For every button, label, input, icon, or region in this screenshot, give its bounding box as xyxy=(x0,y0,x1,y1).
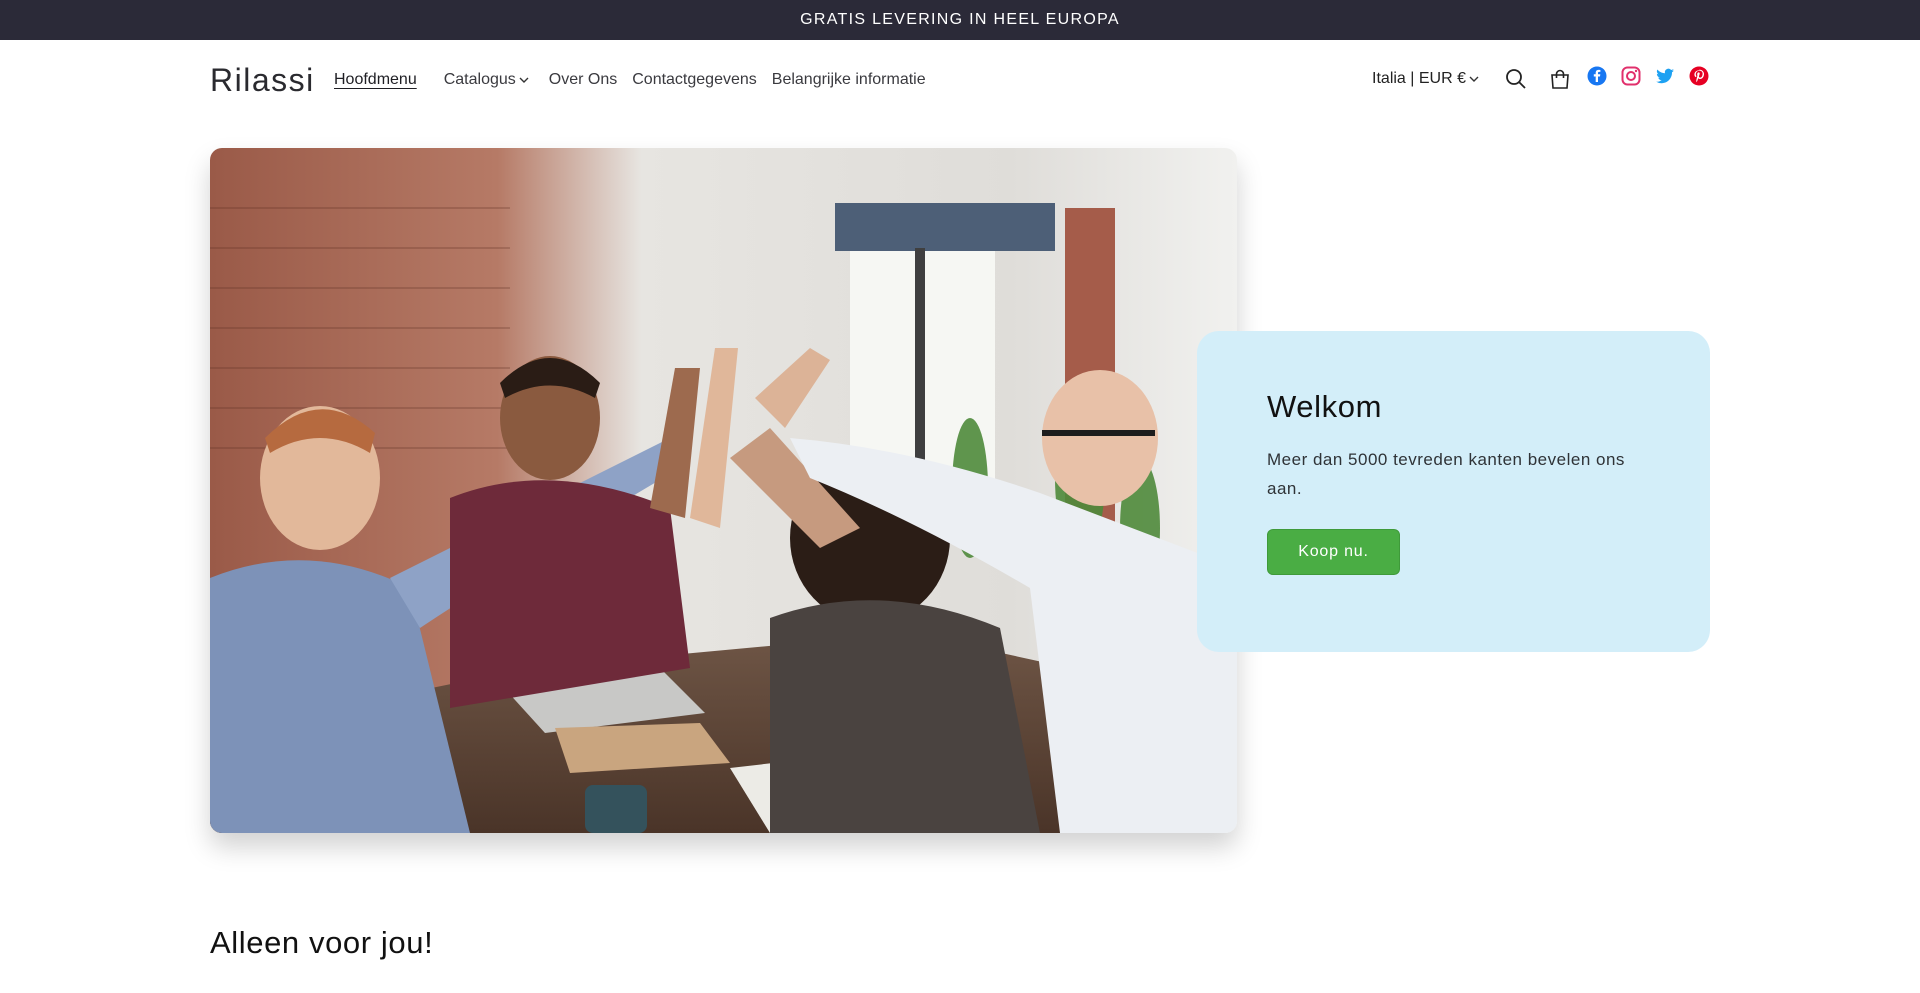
facebook-icon[interactable] xyxy=(1586,65,1608,87)
main-nav: Hoofdmenu Catalogus Over Ons Contactgege… xyxy=(334,71,926,89)
locale-selector[interactable]: Italia | EUR € xyxy=(1372,70,1480,88)
welcome-text: Meer dan 5000 tevreden kanten bevelen on… xyxy=(1267,450,1625,498)
nav-item-hoofdmenu[interactable]: Hoofdmenu xyxy=(334,71,417,89)
search-icon[interactable] xyxy=(1502,65,1530,93)
nav-item-contactgegevens[interactable]: Contactgegevens xyxy=(632,71,757,89)
nav-item-catalogus-label: Catalogus xyxy=(443,71,516,88)
announcement-bar: GRATIS LEVERING IN HEEL EUROPA xyxy=(0,0,1920,40)
instagram-icon[interactable] xyxy=(1620,65,1642,87)
header-actions: Italia | EUR € xyxy=(1372,65,1710,93)
announcement-text: GRATIS LEVERING IN HEEL EUROPA xyxy=(800,11,1120,28)
site-header: Rilassi Hoofdmenu Catalogus Over Ons Con… xyxy=(210,40,1710,124)
cart-icon[interactable] xyxy=(1546,65,1574,93)
site-logo[interactable]: Rilassi xyxy=(210,62,315,99)
nav-item-over-ons[interactable]: Over Ons xyxy=(549,71,617,89)
hero-image xyxy=(210,148,1237,833)
section-title: Alleen voor jou! xyxy=(210,925,434,960)
twitter-icon[interactable] xyxy=(1654,65,1676,87)
nav-item-catalogus[interactable]: Catalogus xyxy=(444,71,530,89)
chevron-down-icon xyxy=(519,77,529,83)
welcome-card: Welkom Meer dan 5000 tevreden kanten bev… xyxy=(1197,331,1710,652)
shop-now-button[interactable]: Koop nu. xyxy=(1267,529,1400,575)
nav-item-belangrijke-informatie[interactable]: Belangrijke informatie xyxy=(772,71,926,89)
welcome-title: Welkom xyxy=(1267,389,1382,424)
chevron-down-icon xyxy=(1469,76,1479,82)
locale-label: Italia | EUR € xyxy=(1372,70,1466,87)
pinterest-icon[interactable] xyxy=(1688,65,1710,87)
